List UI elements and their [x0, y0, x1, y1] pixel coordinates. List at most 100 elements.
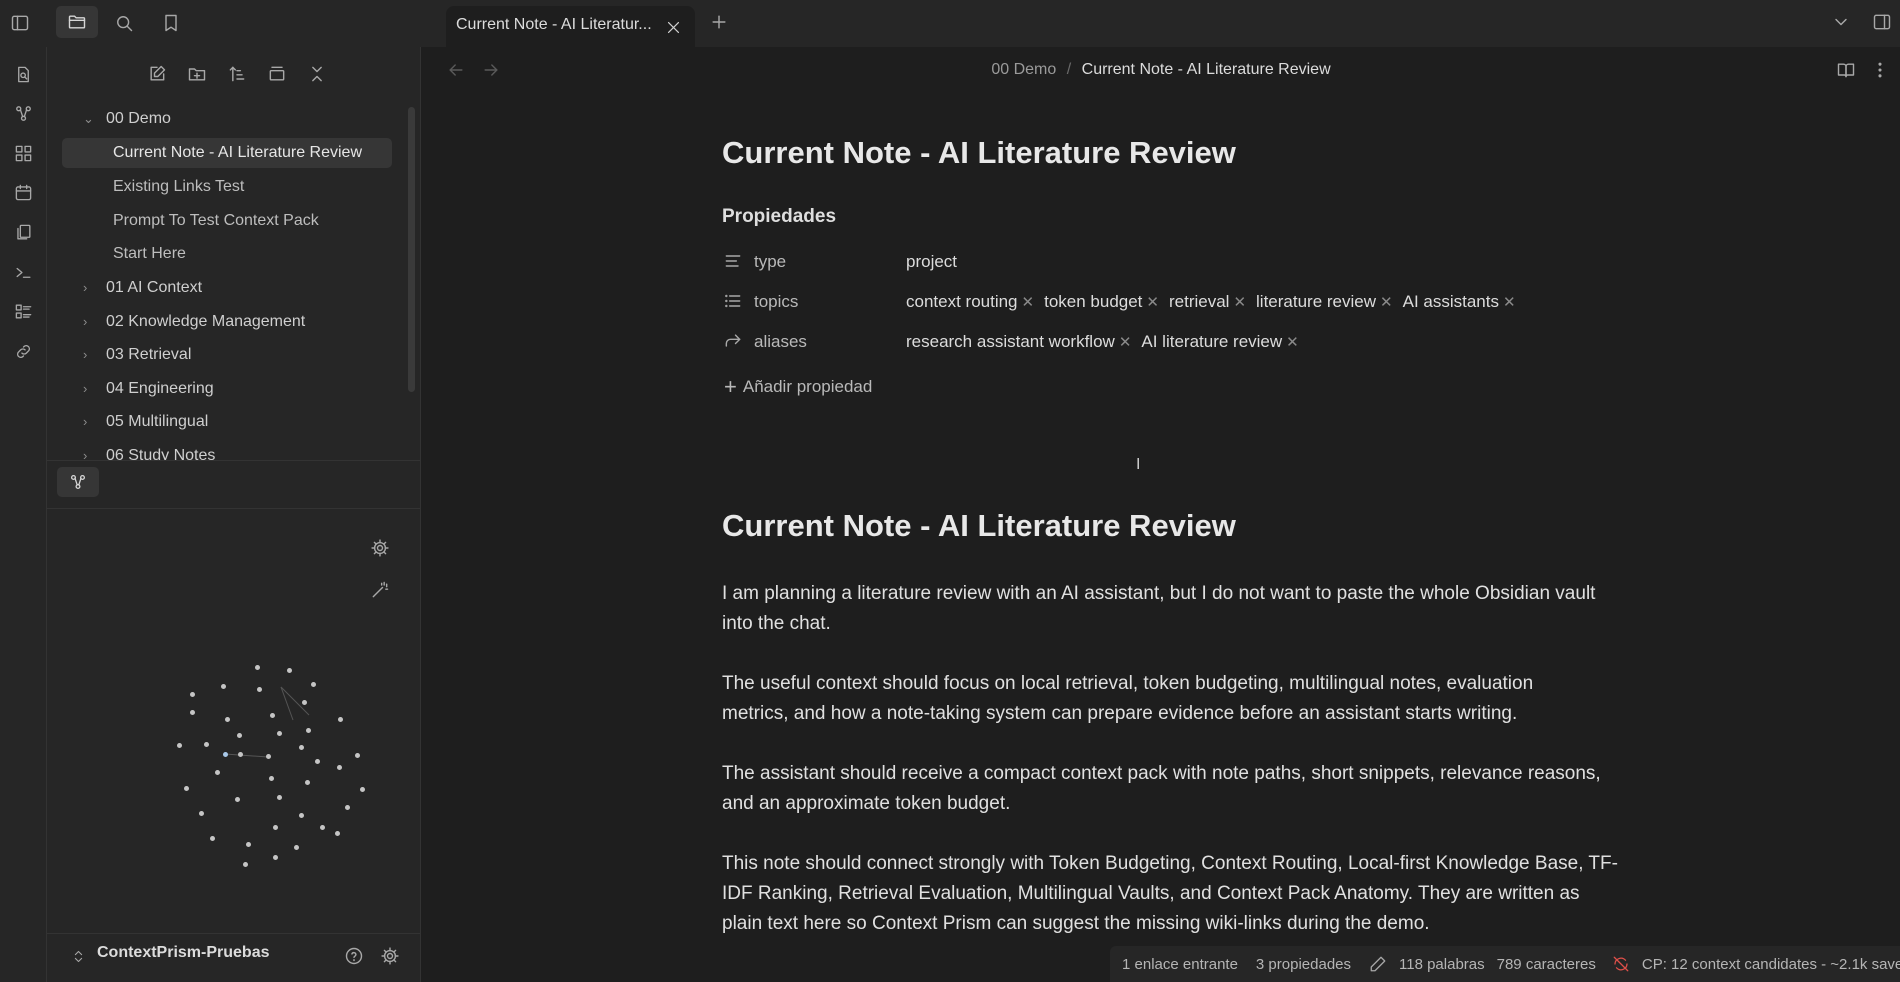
toggle-left-sidebar-icon[interactable] — [5, 8, 35, 38]
graph-tab-icon[interactable] — [57, 467, 99, 497]
property-row-topics[interactable]: topics context routing ✕ token budget ✕ re… — [722, 285, 1622, 319]
property-row-type[interactable]: type project — [722, 245, 1622, 279]
close-tab-icon[interactable] — [662, 16, 684, 38]
kanban-icon[interactable] — [8, 296, 38, 326]
canvas-icon[interactable] — [8, 138, 38, 168]
graph-node[interactable] — [238, 752, 243, 757]
breadcrumb-note[interactable]: Current Note - AI Literature Review — [1082, 61, 1331, 78]
paragraph-3[interactable]: The assistant should receive a compact c… — [722, 759, 1602, 819]
graph-node[interactable] — [255, 665, 260, 670]
toggle-right-sidebar-icon[interactable] — [1868, 8, 1896, 36]
tab-current-note[interactable]: Current Note - AI Literatur... — [446, 6, 695, 47]
graph-settings-gear-icon[interactable] — [367, 535, 393, 561]
chevron-down-icon[interactable] — [1828, 9, 1854, 35]
graph-node[interactable] — [266, 754, 271, 759]
graph-node[interactable] — [223, 752, 228, 757]
graph-node[interactable] — [345, 805, 350, 810]
properties-count[interactable]: 3 propiedades — [1256, 956, 1351, 973]
sort-icon[interactable] — [222, 59, 252, 89]
graph-node[interactable] — [360, 787, 365, 792]
vault-name[interactable]: ContextPrism-Pruebas — [97, 944, 270, 962]
graph-node[interactable] — [243, 862, 248, 867]
graph-node[interactable] — [306, 728, 311, 733]
graph-node[interactable] — [335, 831, 340, 836]
inline-title[interactable]: Current Note - AI Literature Review — [722, 135, 1236, 171]
folder-04-engineering[interactable]: › 04 Engineering — [62, 374, 392, 404]
graph-node[interactable] — [277, 731, 282, 736]
property-key[interactable]: aliases — [754, 332, 807, 352]
properties-heading[interactable]: Propiedades — [722, 206, 836, 228]
folder-03-retrieval[interactable]: › 03 Retrieval — [62, 340, 392, 370]
graph-node[interactable] — [355, 753, 360, 758]
graph-node[interactable] — [338, 717, 343, 722]
collapse-all-icon[interactable] — [302, 59, 332, 89]
remove-pill-icon[interactable]: ✕ — [1119, 334, 1132, 351]
folder-05-multilingual[interactable]: › 05 Multilingual — [62, 407, 392, 437]
graph-node[interactable] — [204, 742, 209, 747]
paragraph-2[interactable]: The useful context should focus on local… — [722, 669, 1602, 729]
folder-00-demo[interactable]: ⌄ 00 Demo — [62, 104, 392, 134]
terminal-icon[interactable] — [8, 257, 38, 287]
graph-view-icon[interactable] — [8, 98, 38, 128]
graph-node[interactable] — [215, 770, 220, 775]
property-key[interactable]: topics — [754, 292, 798, 312]
edit-pencil-icon[interactable] — [1369, 954, 1387, 974]
paragraph-4[interactable]: This note should connect strongly with T… — [722, 849, 1622, 939]
bookmark-icon[interactable] — [156, 8, 186, 38]
property-value[interactable]: research assistant workflow ✕ AI literatu… — [906, 332, 1309, 352]
property-value[interactable]: context routing ✕ token budget ✕ retrieval… — [906, 292, 1526, 312]
graph-node[interactable] — [190, 692, 195, 697]
graph-node[interactable] — [210, 836, 215, 841]
graph-node[interactable] — [246, 842, 251, 847]
backlinks-count[interactable]: 1 enlace entrante — [1122, 956, 1238, 973]
link-icon[interactable] — [8, 336, 38, 366]
folder-01-ai-context[interactable]: › 01 AI Context — [62, 273, 392, 303]
sync-error-icon[interactable] — [1612, 954, 1630, 974]
tag-pill[interactable]: AI assistants ✕ — [1403, 292, 1516, 312]
graph-node[interactable] — [273, 825, 278, 830]
breadcrumb-folder[interactable]: 00 Demo — [991, 61, 1056, 78]
reading-view-book-icon[interactable] — [1833, 57, 1859, 83]
graph-node[interactable] — [177, 743, 182, 748]
new-folder-icon[interactable] — [182, 59, 212, 89]
folder-06-study-notes[interactable]: › 06 Study Notes — [62, 441, 392, 460]
graph-node[interactable] — [299, 813, 304, 818]
more-options-icon[interactable] — [1868, 57, 1892, 83]
alias-pill[interactable]: research assistant workflow ✕ — [906, 332, 1131, 352]
graph-node[interactable] — [269, 776, 274, 781]
file-tree-scrollbar[interactable] — [408, 107, 415, 392]
graph-node[interactable] — [199, 811, 204, 816]
search-file-icon[interactable] — [8, 59, 38, 89]
graph-node[interactable] — [337, 765, 342, 770]
file-explorer-tab-icon[interactable] — [56, 6, 98, 38]
file-existing-links-test[interactable]: Existing Links Test — [62, 172, 244, 202]
paragraph-1[interactable]: I am planning a literature review with a… — [722, 579, 1602, 639]
new-note-icon[interactable] — [142, 59, 172, 89]
graph-node[interactable] — [184, 786, 189, 791]
graph-node[interactable] — [221, 684, 226, 689]
graph-node[interactable] — [190, 710, 195, 715]
property-row-aliases[interactable]: aliases research assistant workflow ✕ AI … — [722, 325, 1622, 359]
graph-node[interactable] — [305, 780, 310, 785]
remove-pill-icon[interactable]: ✕ — [1146, 294, 1159, 311]
graph-node[interactable] — [237, 733, 242, 738]
property-key[interactable]: type — [754, 252, 786, 272]
local-graph[interactable] — [127, 607, 407, 867]
settings-gear-icon[interactable] — [377, 943, 403, 969]
auto-reveal-icon[interactable] — [262, 59, 292, 89]
calendar-icon[interactable] — [8, 177, 38, 207]
graph-node[interactable] — [315, 759, 320, 764]
file-prompt-to-test-context-pack[interactable]: Prompt To Test Context Pack — [62, 206, 319, 236]
remove-pill-icon[interactable]: ✕ — [1380, 294, 1393, 311]
graph-node[interactable] — [235, 797, 240, 802]
vault-switcher-chevron-icon[interactable] — [69, 943, 87, 969]
alias-pill[interactable]: AI literature review ✕ — [1141, 332, 1298, 352]
remove-pill-icon[interactable]: ✕ — [1022, 294, 1035, 311]
magic-wand-icon[interactable] — [367, 577, 393, 603]
graph-node[interactable] — [270, 713, 275, 718]
graph-node[interactable] — [277, 795, 282, 800]
graph-node[interactable] — [287, 668, 292, 673]
tag-pill[interactable]: token budget ✕ — [1044, 292, 1159, 312]
graph-node[interactable] — [257, 687, 262, 692]
property-text[interactable]: project — [906, 252, 957, 272]
